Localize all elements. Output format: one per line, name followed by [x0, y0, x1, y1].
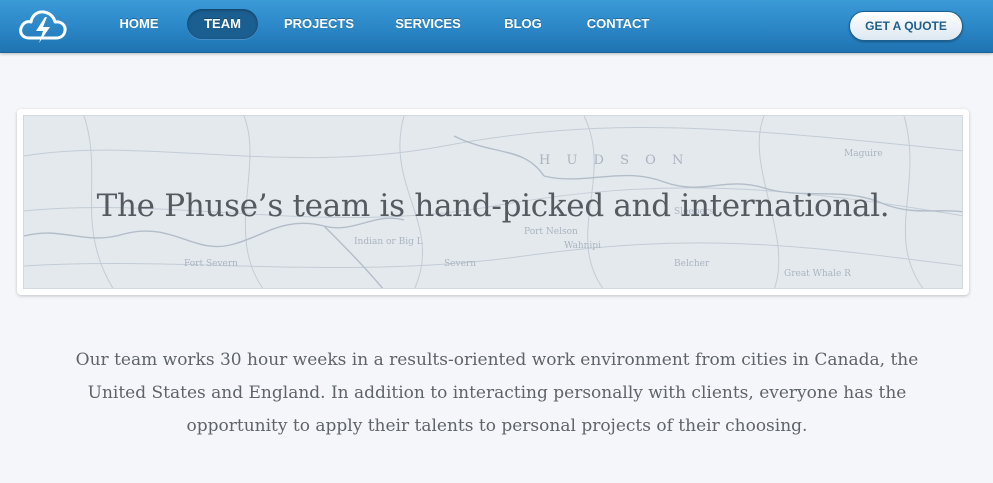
svg-text:Indian or Big L: Indian or Big L	[354, 237, 423, 247]
team-intro-paragraph: Our team works 30 hour weeks in a result…	[52, 344, 942, 443]
nav-item-projects[interactable]: PROJECTS	[276, 9, 362, 39]
svg-text:Severn: Severn	[444, 259, 476, 269]
nav-item-services[interactable]: SERVICES	[387, 9, 469, 39]
team-banner: H U D S O N Indian or Big L Port Nelson …	[17, 109, 969, 295]
banner-map-background: H U D S O N Indian or Big L Port Nelson …	[23, 115, 963, 289]
nav-item-home[interactable]: HOME	[108, 9, 170, 39]
svg-text:Wahnipi: Wahnipi	[564, 241, 601, 251]
intro-line: Our team works 30 hour weeks in a result…	[75, 350, 919, 370]
svg-text:Belcher: Belcher	[674, 259, 710, 269]
get-a-quote-button[interactable]: GET A QUOTE	[849, 11, 963, 41]
banner-headline: The Phuse’s team is hand-picked and inte…	[96, 188, 890, 224]
intro-line: opportunity to apply their talents to pe…	[186, 416, 808, 436]
intro-line: United States and England. In addition t…	[87, 383, 907, 403]
nav-item-blog[interactable]: BLOG	[495, 9, 551, 39]
svg-text:H U D S O N: H U D S O N	[539, 153, 689, 168]
svg-text:Port Nelson: Port Nelson	[524, 227, 578, 237]
svg-text:Fort Severn: Fort Severn	[184, 259, 238, 269]
nav-item-contact[interactable]: CONTACT	[577, 9, 659, 39]
cloud-lightning-icon[interactable]	[16, 5, 70, 47]
top-navigation-bar: HOME TEAM PROJECTS SERVICES BLOG CONTACT…	[0, 0, 993, 53]
nav-item-team[interactable]: TEAM	[187, 9, 258, 39]
svg-text:Maguire: Maguire	[844, 149, 883, 159]
svg-text:Great Whale R: Great Whale R	[784, 269, 851, 279]
